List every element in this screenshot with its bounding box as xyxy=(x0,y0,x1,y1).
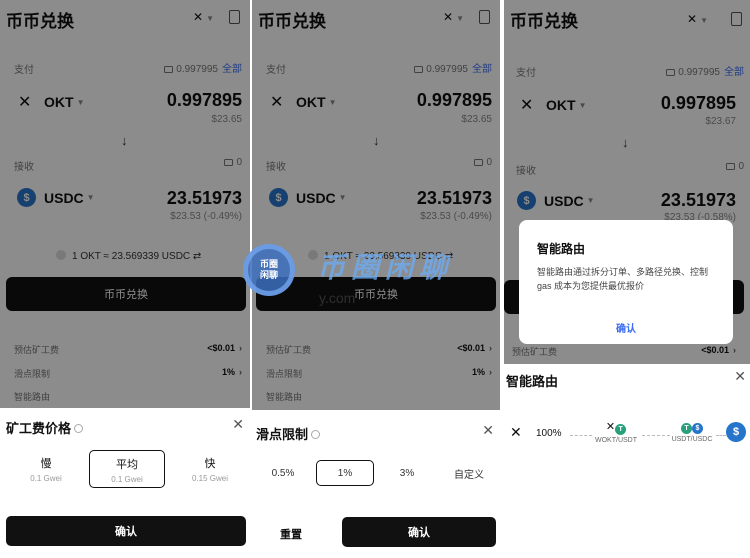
route-panel-title: 智能路由 xyxy=(506,374,559,389)
usdc-icon: $ xyxy=(692,423,703,434)
panel-smart-route: 币币兑换 ✕ ▼ 支付 0.997995 全部 ✕ OKT ▼ 0.997895 $23… xyxy=(504,0,750,558)
close-icon[interactable]: ✕ xyxy=(734,368,746,385)
modal-overlay[interactable] xyxy=(0,0,250,408)
slippage-sheet: 滑点限制 ✕ 0.5% 1% 3% 自定义 重置 确认 xyxy=(252,410,500,558)
dialog-body: 智能路由通过拆分订单、多路径兑换、控制 gas 成本为您提供最优报价 xyxy=(537,267,709,291)
gas-option-slow[interactable]: 慢 0.1 Gwei xyxy=(8,450,84,488)
slippage-option-0-5[interactable]: 0.5% xyxy=(254,460,312,486)
panel-slippage: 币币兑换 ✕ ▼ 支付 0.997995 全部 ✕ OKT ▼ 0.997895 $23… xyxy=(252,0,500,558)
smart-route-dialog: 智能路由 智能路由通过拆分订单、多路径兑换、控制 gas 成本为您提供最优报价 … xyxy=(519,220,733,344)
slippage-confirm-button[interactable]: 确认 xyxy=(342,517,496,547)
okx-logo-icon: ✕ xyxy=(605,421,616,433)
gas-option-average[interactable]: 平均 0.1 Gwei xyxy=(89,450,165,488)
dialog-confirm-button[interactable]: 确认 xyxy=(519,320,733,335)
slippage-sheet-title: 滑点限制 xyxy=(256,424,321,443)
gas-fee-sheet: 矿工费价格 ✕ 慢 0.1 Gwei 平均 0.1 Gwei 快 0.15 Gwei … xyxy=(0,408,250,558)
route-line xyxy=(570,435,592,436)
okt-icon: ✕ xyxy=(510,424,522,440)
close-icon[interactable]: ✕ xyxy=(232,416,244,433)
route-hop-2: T $ USDT/USDC xyxy=(671,423,713,443)
route-line xyxy=(716,435,726,436)
panel-gas-fee: 币币兑换 ✕ ▼ 支付 0.997995 全部 ✕ OKT ▼ 0.997895 $23… xyxy=(0,0,250,558)
usdt-icon: T xyxy=(681,423,692,434)
dialog-title: 智能路由 xyxy=(537,242,586,256)
usdt-icon: T xyxy=(615,424,627,435)
slippage-option-custom[interactable]: 自定义 xyxy=(440,460,498,486)
modal-overlay[interactable] xyxy=(252,0,500,410)
slippage-option-3[interactable]: 3% xyxy=(378,460,436,486)
route-diagram: ✕ 100% ✕ T WOKT/USDT T $ USDT/USDC $ xyxy=(510,420,746,450)
info-icon xyxy=(311,430,321,439)
slippage-option-1[interactable]: 1% xyxy=(316,460,374,486)
route-line xyxy=(642,435,670,436)
info-icon xyxy=(74,424,84,433)
route-percent: 100% xyxy=(536,428,562,439)
slippage-reset-button[interactable]: 重置 xyxy=(280,526,302,542)
gas-option-fast[interactable]: 快 0.15 Gwei xyxy=(172,450,248,488)
gas-confirm-button[interactable]: 确认 xyxy=(6,516,246,546)
usdc-icon: $ xyxy=(726,422,746,442)
gas-sheet-title: 矿工费价格 xyxy=(6,418,84,437)
close-icon[interactable]: ✕ xyxy=(482,422,494,439)
route-hop-1: ✕ T WOKT/USDT xyxy=(595,421,637,444)
